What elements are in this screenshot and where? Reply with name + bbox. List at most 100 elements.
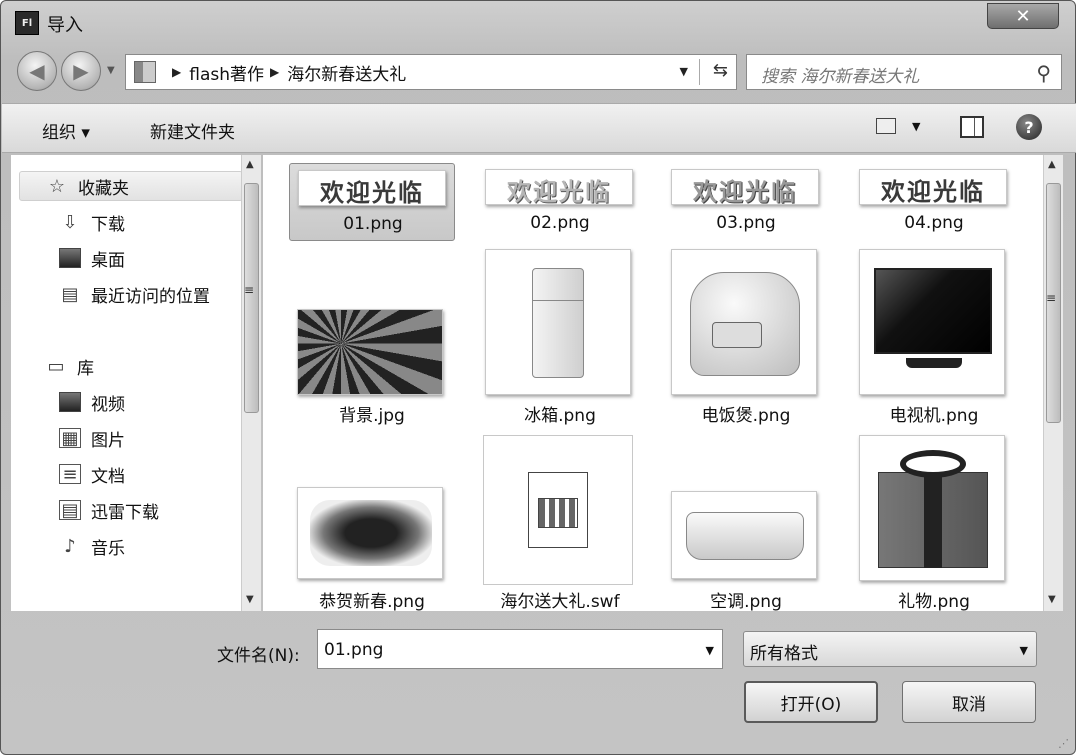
sidebar-item-desktop[interactable]: 桌面	[59, 243, 125, 273]
gift-thumbnail	[859, 435, 1005, 581]
sidebar-item-pictures[interactable]: ▦ 图片	[59, 423, 125, 453]
banner-thumbnail-text: 欢迎光临	[881, 177, 985, 205]
search-input[interactable]: 搜索 海尔新春送大礼 ⚲	[746, 54, 1062, 90]
breadcrumb-haier[interactable]: 海尔新春送大礼	[287, 60, 406, 85]
picture-icon: ▦	[59, 428, 81, 449]
search-placeholder: 搜索 海尔新春送大礼	[761, 67, 920, 87]
forward-arrow-icon: ▶	[73, 59, 89, 83]
file-type-value: 所有格式	[750, 644, 818, 664]
file-list-scrollbar[interactable]: ▲ ≡ ▼	[1043, 155, 1063, 611]
folder-icon	[134, 61, 156, 83]
back-button[interactable]: ◀	[17, 51, 57, 91]
file-name: 恭贺新春.png	[319, 592, 425, 611]
file-item[interactable]: 电视机.png	[851, 249, 1017, 429]
background-thumbnail	[297, 309, 443, 395]
file-name: 礼物.png	[898, 592, 970, 611]
banner-thumbnail-text: 欢迎光临	[507, 177, 611, 205]
sidebar-item-videos[interactable]: 视频	[59, 387, 125, 417]
file-name: 海尔送大礼.swf	[500, 592, 620, 611]
dialog-footer: 文件名(N): 01.png ▼ 所有格式 ▼ 打开(O) 取消 ⋰	[1, 613, 1075, 756]
scroll-down-icon[interactable]: ▼	[246, 594, 254, 605]
file-type-select[interactable]: 所有格式 ▼	[743, 631, 1037, 667]
file-item[interactable]: 欢迎光临 04.png	[851, 163, 1017, 241]
sidebar-item-music[interactable]: ♪ 音乐	[59, 531, 125, 561]
file-item[interactable]: 欢迎光临 03.png	[663, 163, 829, 241]
file-name-field[interactable]: 01.png ▼	[317, 629, 723, 669]
scroll-up-icon[interactable]: ▲	[246, 159, 254, 170]
import-dialog: Fl 导入 ✕ ◀ ▶ ▼ ▶ flash著作 ▶ 海尔新春送大礼 ▼ ⇆ 搜索…	[0, 0, 1076, 755]
sidebar-item-label: 下载	[91, 214, 125, 235]
open-button[interactable]: 打开(O)	[744, 681, 878, 723]
file-item[interactable]: 空调.png	[663, 435, 829, 611]
chevron-right-icon[interactable]: ▶	[172, 65, 181, 79]
sidebar-item-recent[interactable]: ▤ 最近访问的位置	[59, 279, 210, 309]
grip-icon: ≡	[1046, 291, 1057, 305]
greeting-thumbnail	[297, 487, 443, 579]
sidebar-item-label: 文档	[91, 466, 125, 487]
file-item[interactable]: 欢迎光临 02.png	[477, 163, 643, 241]
new-folder-button[interactable]: 新建文件夹	[150, 118, 235, 143]
swf-thumbnail	[483, 435, 633, 585]
chevron-down-icon[interactable]: ▼	[1020, 644, 1028, 657]
sidebar-item-label: 最近访问的位置	[91, 286, 210, 307]
sidebar-scrollbar[interactable]: ▲ ≡ ▼	[241, 155, 261, 611]
sidebar-item-favorites[interactable]: ☆ 收藏夹	[19, 171, 243, 201]
scroll-down-icon[interactable]: ▼	[1048, 594, 1056, 605]
cancel-button[interactable]: 取消	[902, 681, 1036, 723]
download-folder-icon: ⇩	[62, 211, 78, 233]
rice-cooker-thumbnail	[671, 249, 817, 395]
flash-app-icon: Fl	[15, 11, 39, 35]
recent-pages-dropdown[interactable]: ▼	[107, 65, 115, 76]
file-item[interactable]: 电饭煲.png	[663, 249, 829, 429]
sidebar-item-documents[interactable]: ≡ 文档	[59, 459, 125, 489]
address-bar[interactable]: ▶ flash著作 ▶ 海尔新春送大礼 ▼ ⇆	[125, 54, 737, 90]
file-name: 01.png	[343, 214, 403, 234]
back-arrow-icon: ◀	[29, 59, 45, 83]
file-name: 电视机.png	[889, 406, 979, 426]
tv-stand	[906, 358, 962, 368]
star-icon: ☆	[48, 175, 66, 197]
search-icon[interactable]: ⚲	[1036, 61, 1051, 85]
grip-icon: ≡	[244, 283, 255, 297]
file-item[interactable]: 欢迎光临 01.png	[289, 163, 455, 241]
help-icon[interactable]: ?	[1016, 114, 1042, 140]
file-item[interactable]: 背景.jpg	[289, 249, 455, 429]
file-name: 冰箱.png	[524, 406, 596, 426]
view-dropdown-icon[interactable]: ▼	[912, 120, 920, 133]
chevron-right-icon[interactable]: ▶	[270, 65, 279, 79]
fridge-shape	[532, 268, 584, 378]
resize-grip-icon[interactable]: ⋰	[1058, 737, 1069, 750]
air-conditioner-shape	[686, 512, 804, 560]
sidebar-item-label: 音乐	[91, 538, 125, 559]
view-icon[interactable]	[876, 118, 896, 134]
file-item[interactable]: 冰箱.png	[477, 249, 643, 429]
preview-pane-icon[interactable]	[960, 116, 984, 138]
breadcrumb-flash[interactable]: flash著作	[189, 60, 264, 85]
close-button[interactable]: ✕	[987, 3, 1059, 29]
address-dropdown-icon[interactable]: ▼	[680, 65, 688, 78]
sidebar-item-downloads[interactable]: ⇩ 下载	[59, 207, 125, 237]
scroll-up-icon[interactable]: ▲	[1048, 159, 1056, 170]
file-item[interactable]: 海尔送大礼.swf	[477, 435, 643, 611]
sidebar-item-thunder[interactable]: ▤ 迅雷下载	[59, 495, 159, 525]
banner-thumbnail-text: 欢迎光临	[320, 178, 424, 206]
scrollbar-thumb[interactable]	[244, 183, 259, 413]
file-name: 02.png	[530, 213, 590, 233]
sidebar-item-library[interactable]: ▭ 库	[45, 351, 94, 381]
file-name: 电饭煲.png	[701, 406, 791, 426]
file-thumbnail: 欢迎光临	[298, 170, 446, 206]
sidebar-item-label: 视频	[91, 394, 125, 415]
sidebar-item-label: 库	[77, 358, 94, 379]
file-name: 空调.png	[710, 592, 782, 611]
chevron-down-icon[interactable]: ▼	[706, 644, 714, 657]
forward-button[interactable]: ▶	[61, 51, 101, 91]
refresh-icon[interactable]: ⇆	[713, 60, 728, 81]
file-item[interactable]: 礼物.png	[851, 435, 1017, 611]
file-item[interactable]: 恭贺新春.png	[289, 435, 455, 611]
download-library-icon: ▤	[59, 500, 81, 521]
organize-menu[interactable]: 组织 ▾	[42, 118, 90, 143]
sidebar-item-label: 桌面	[91, 250, 125, 271]
library-icon: ▭	[47, 355, 65, 377]
desktop-icon	[59, 248, 81, 268]
toolbar: 组织 ▾ 新建文件夹 ▼ ?	[2, 103, 1076, 153]
